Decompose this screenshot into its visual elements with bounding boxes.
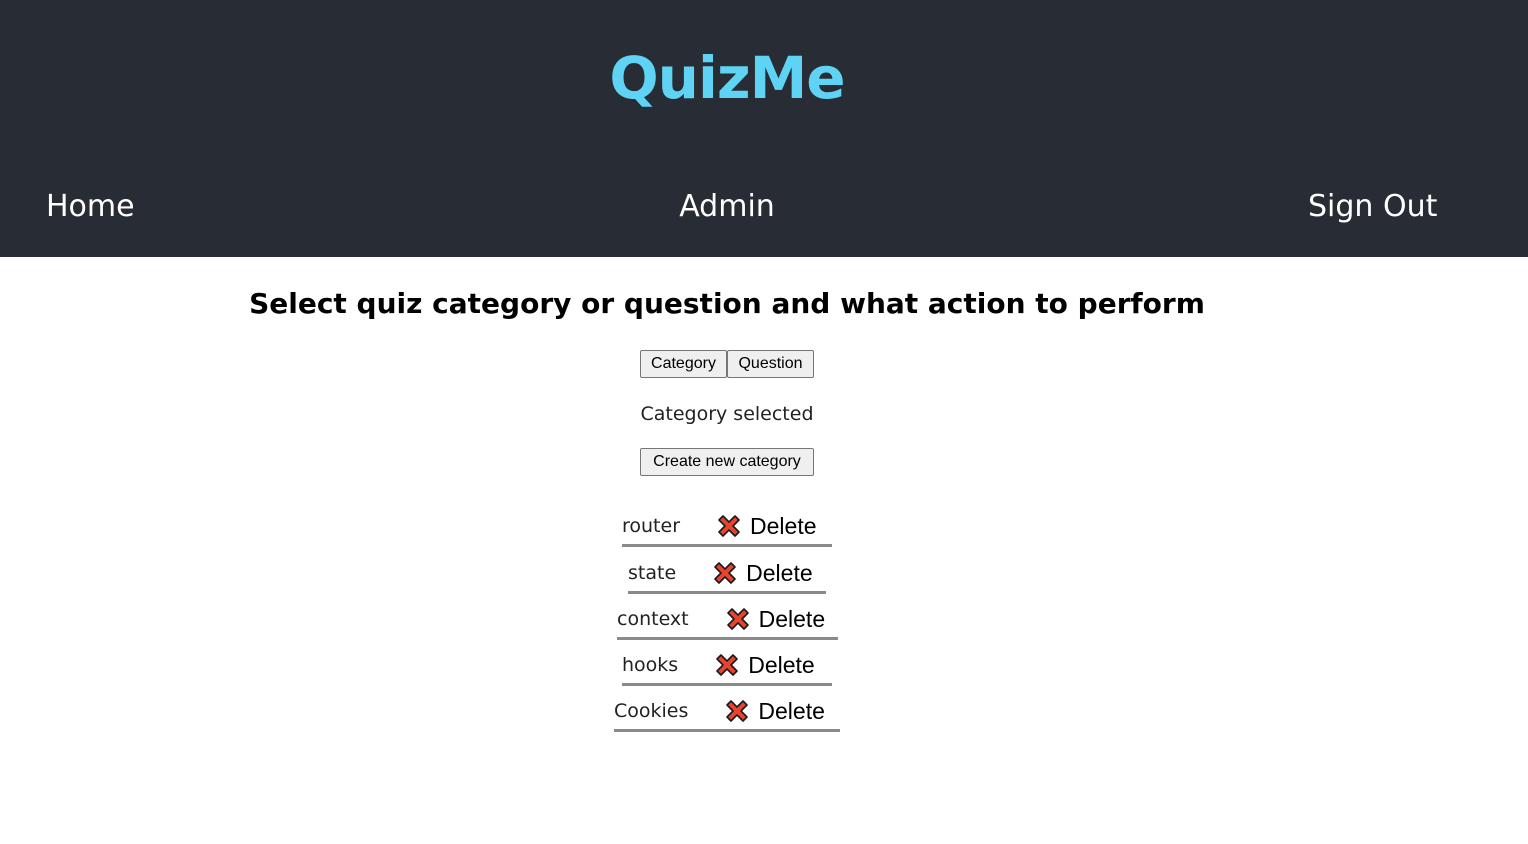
nav-sign-out-link[interactable]: Sign Out — [1308, 186, 1437, 228]
delete-category-button[interactable]: Delete — [716, 512, 817, 540]
delete-category-button[interactable]: Delete — [714, 651, 815, 679]
app-title: QuizMe — [609, 44, 845, 112]
category-question-toggle: Category Question — [640, 350, 814, 378]
question-button[interactable]: Question — [727, 350, 814, 378]
category-row: router Delete — [622, 507, 832, 547]
category-name: hooks — [622, 653, 679, 676]
delete-label: Delete — [746, 559, 813, 586]
delete-category-button[interactable]: Delete — [725, 605, 825, 633]
delete-category-button[interactable]: Delete — [712, 559, 813, 587]
category-row: Cookies Delete — [614, 692, 840, 732]
category-row: state Delete — [628, 554, 826, 594]
category-name: context — [617, 607, 689, 630]
category-name: router — [622, 514, 681, 537]
close-x-icon — [714, 561, 736, 584]
create-category-button[interactable]: Create new category — [640, 448, 814, 476]
close-x-icon — [726, 607, 749, 630]
category-row: context Delete — [617, 600, 838, 640]
delete-label: Delete — [758, 605, 826, 632]
delete-category-button[interactable]: Delete — [724, 697, 825, 725]
delete-label: Delete — [750, 512, 817, 539]
selection-status: Category selected — [640, 403, 814, 425]
category-name: state — [628, 561, 677, 584]
delete-label: Delete — [748, 651, 815, 678]
close-x-icon — [718, 514, 740, 537]
close-x-icon — [716, 653, 739, 676]
close-x-icon — [726, 699, 749, 722]
nav-admin-link[interactable]: Admin — [0, 186, 1454, 228]
category-row: hooks Delete — [622, 646, 832, 686]
category-button[interactable]: Category — [640, 350, 727, 378]
page-title: Select quiz category or question and wha… — [249, 287, 1205, 320]
category-name: Cookies — [614, 699, 689, 722]
app-header: QuizMe Home Admin Sign Out — [0, 0, 1528, 257]
delete-label: Delete — [758, 697, 825, 724]
